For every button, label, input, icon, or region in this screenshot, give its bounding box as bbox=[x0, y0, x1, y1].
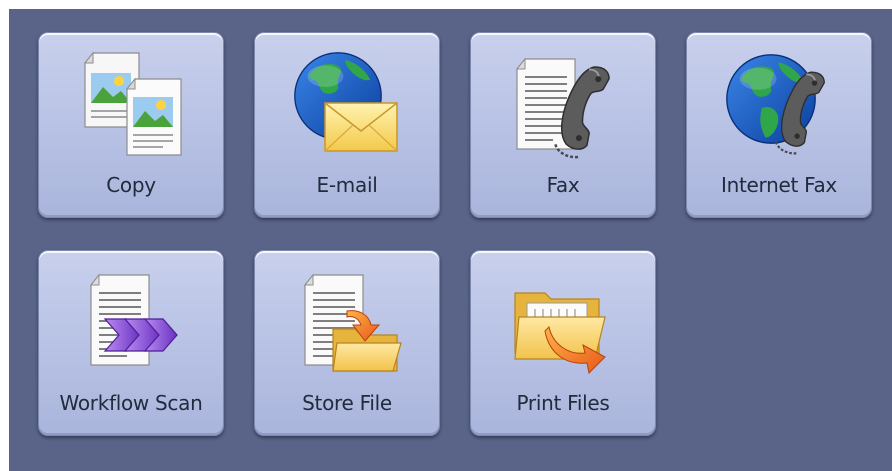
copy-button[interactable]: Copy bbox=[38, 32, 224, 218]
internet-fax-label: Internet Fax bbox=[721, 173, 837, 197]
fax-icon bbox=[516, 58, 615, 159]
internet-fax-button[interactable]: Internet Fax bbox=[686, 32, 872, 218]
internet-fax-icon bbox=[726, 54, 830, 158]
fax-label: Fax bbox=[546, 173, 580, 197]
copy-icon bbox=[83, 51, 182, 156]
email-icon bbox=[294, 52, 398, 152]
store-file-icon bbox=[304, 274, 402, 372]
home-screen: Copy E-mail Fax Internet Fax Workflow Sc… bbox=[9, 9, 892, 471]
workflow-scan-icon bbox=[90, 274, 178, 366]
store-file-button[interactable]: Store File bbox=[254, 250, 440, 436]
fax-button[interactable]: Fax bbox=[470, 32, 656, 218]
email-button[interactable]: E-mail bbox=[254, 32, 440, 218]
store-file-label: Store File bbox=[302, 391, 392, 415]
workflow-scan-label: Workflow Scan bbox=[59, 391, 203, 415]
print-files-icon bbox=[514, 292, 606, 375]
copy-label: Copy bbox=[106, 173, 156, 197]
workflow-scan-button[interactable]: Workflow Scan bbox=[38, 250, 224, 436]
print-files-button[interactable]: Print Files bbox=[470, 250, 656, 436]
print-files-label: Print Files bbox=[516, 391, 610, 415]
email-label: E-mail bbox=[316, 173, 378, 197]
